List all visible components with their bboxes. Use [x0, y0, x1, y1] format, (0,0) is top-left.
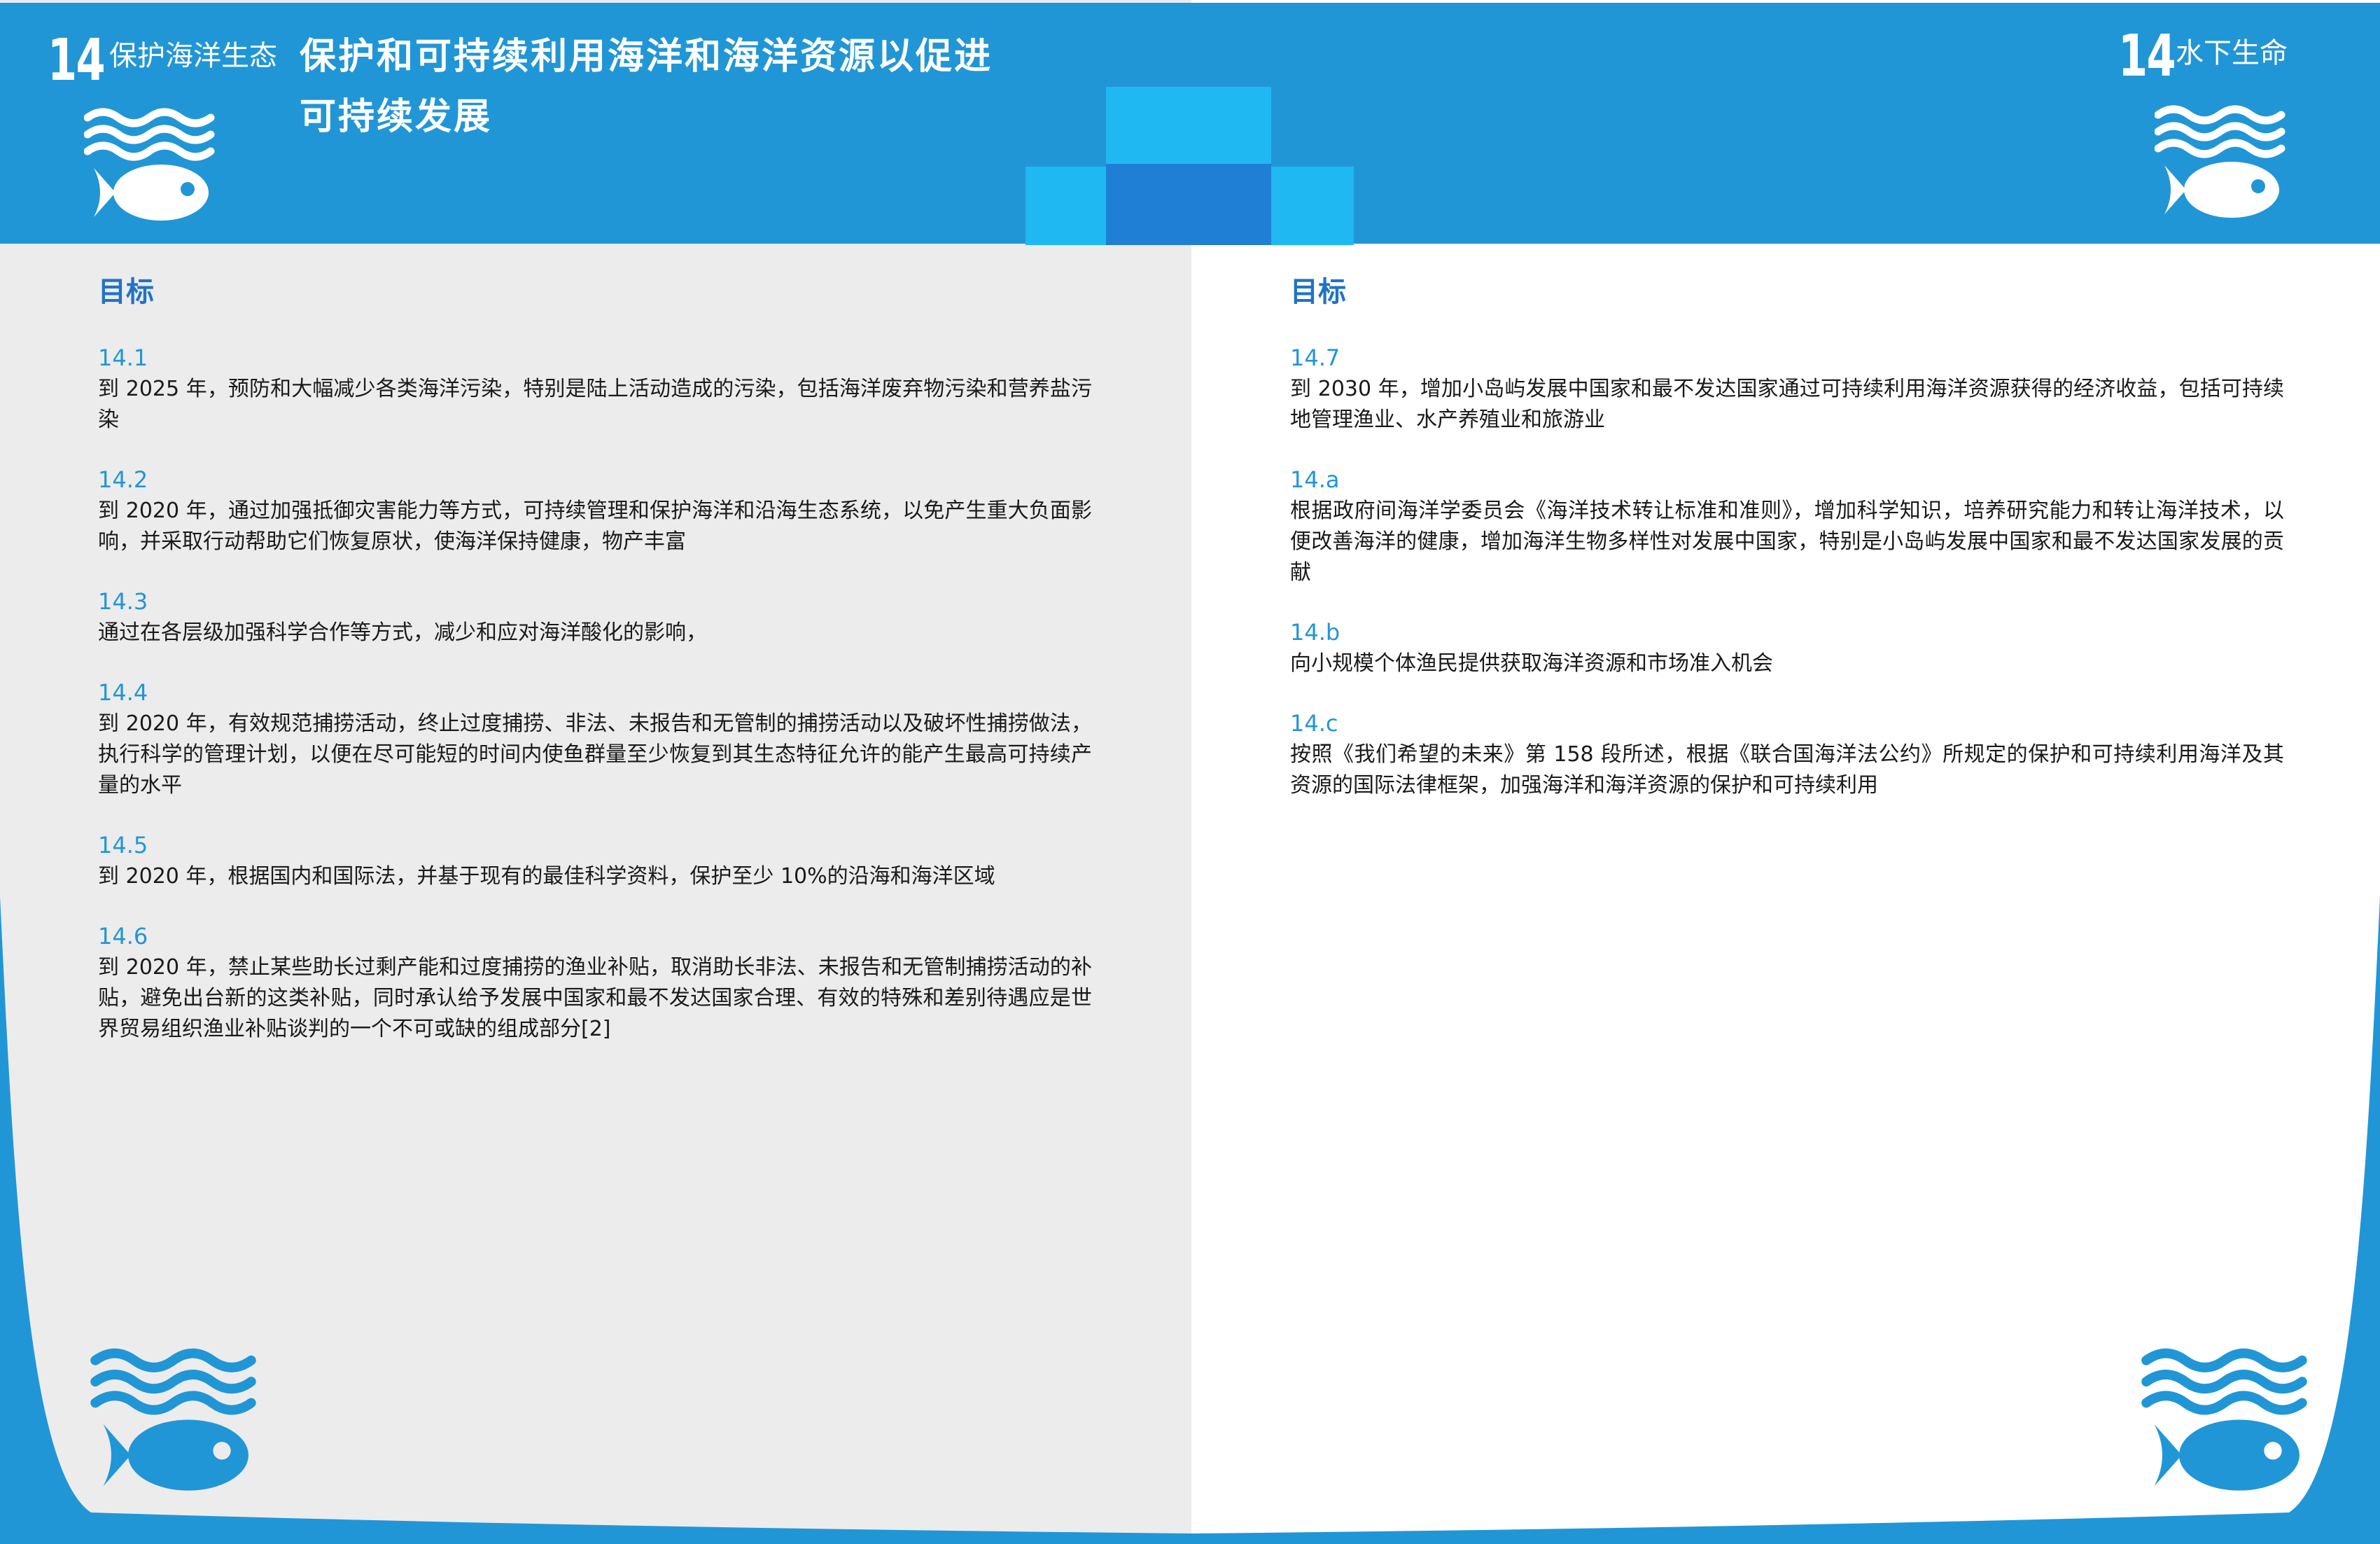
- target-text: 通过在各层级加强科学合作等方式，减少和应对海洋酸化的影响，: [98, 620, 707, 645]
- cyan-block-top: [1106, 87, 1271, 164]
- waves-fish-icon: [84, 108, 215, 221]
- target-number: 14.a: [1290, 466, 1340, 493]
- right-targets-column: 目标 14.7 到 2030 年，增加小岛屿发展中国家和最不发达国家通过可持续利…: [1290, 273, 2284, 830]
- title-line-1: 保护和可持续利用海洋和海洋资源以促进: [300, 36, 993, 78]
- target-number: 14.5: [98, 832, 148, 858]
- left-targets-column: 目标 14.1 到 2025 年，预防和大幅减少各类海洋污染，特别是陆上活动造成…: [98, 273, 1092, 1074]
- page-title: 保护和可持续利用海洋和海洋资源以促进 可持续发展: [300, 27, 1105, 147]
- target-number: 14.1: [98, 345, 148, 371]
- target-item: 14.4 到 2020 年，有效规范捕捞活动，终止过度捕捞、非法、未报告和无管制…: [98, 678, 1092, 801]
- right-goal-name: 水下生命: [2176, 37, 2288, 69]
- deep-blue-block: [1106, 164, 1271, 245]
- cyan-block-right: [1271, 167, 1354, 245]
- target-text: 根据政府间海洋学委员会《海洋技术转让标准和准则》，增加科学知识，培养研究能力和转…: [1290, 499, 2284, 585]
- target-text: 到 2020 年，通过加强抵御灾害能力等方式，可持续管理和保护海洋和沿海生态系统…: [98, 499, 1092, 554]
- target-item: 14.5 到 2020 年，根据国内和国际法，并基于现有的最佳科学资料，保护至少…: [98, 830, 1092, 892]
- section-title: 目标: [1290, 276, 1346, 308]
- target-text: 到 2020 年，根据国内和国际法，并基于现有的最佳科学资料，保护至少 10%的…: [98, 864, 995, 889]
- target-number: 14.b: [1290, 619, 1340, 646]
- target-number: 14.7: [1290, 345, 1340, 371]
- target-number: 14.2: [98, 466, 148, 493]
- target-item: 14.c 按照《我们希望的未来》第 158 段所述，根据《联合国海洋法公约》所规…: [1290, 709, 2284, 801]
- left-goal-number: 14: [48, 27, 106, 94]
- cyan-block-left: [1026, 167, 1107, 245]
- left-goal-name: 保护海洋生态: [109, 40, 277, 72]
- target-text: 按照《我们希望的未来》第 158 段所述，根据《联合国海洋法公约》所规定的保护和…: [1290, 742, 2284, 798]
- target-item: 14.1 到 2025 年，预防和大幅减少各类海洋污染，特别是陆上活动造成的污染…: [98, 343, 1092, 436]
- target-item: 14.a 根据政府间海洋学委员会《海洋技术转让标准和准则》，增加科学知识，培养研…: [1290, 465, 2284, 588]
- target-item: 14.7 到 2030 年，增加小岛屿发展中国家和最不发达国家通过可持续利用海洋…: [1290, 343, 2284, 436]
- target-item: 14.b 向小规模个体渔民提供获取海洋资源和市场准入机会: [1290, 618, 2284, 679]
- target-text: 到 2020 年，禁止某些助长过剩产能和过度捕捞的渔业补贴，取消助长非法、未报告…: [98, 955, 1092, 1041]
- target-item: 14.6 到 2020 年，禁止某些助长过剩产能和过度捕捞的渔业补贴，取消助长非…: [98, 921, 1092, 1045]
- waves-fish-icon: [2141, 1348, 2307, 1491]
- section-title: 目标: [98, 276, 154, 308]
- target-number: 14.3: [98, 588, 148, 615]
- target-text: 到 2025 年，预防和大幅减少各类海洋污染，特别是陆上活动造成的污染，包括海洋…: [98, 377, 1092, 432]
- target-text: 到 2020 年，有效规范捕捞活动，终止过度捕捞、非法、未报告和无管制的捕捞活动…: [98, 711, 1092, 798]
- target-text: 到 2030 年，增加小岛屿发展中国家和最不发达国家通过可持续利用海洋资源获得的…: [1290, 377, 2284, 432]
- target-text: 向小规模个体渔民提供获取海洋资源和市场准入机会: [1290, 651, 1773, 676]
- target-number: 14.c: [1290, 710, 1338, 737]
- waves-fish-icon: [2155, 105, 2286, 218]
- title-line-2: 可持续发展: [300, 96, 493, 138]
- target-item: 14.2 到 2020 年，通过加强抵御灾害能力等方式，可持续管理和保护海洋和沿…: [98, 465, 1092, 557]
- target-number: 14.4: [98, 679, 148, 706]
- target-number: 14.6: [98, 923, 148, 950]
- waves-fish-icon: [90, 1348, 256, 1491]
- target-item: 14.3 通过在各层级加强科学合作等方式，减少和应对海洋酸化的影响，: [98, 587, 1092, 648]
- right-goal-number: 14: [2118, 23, 2176, 90]
